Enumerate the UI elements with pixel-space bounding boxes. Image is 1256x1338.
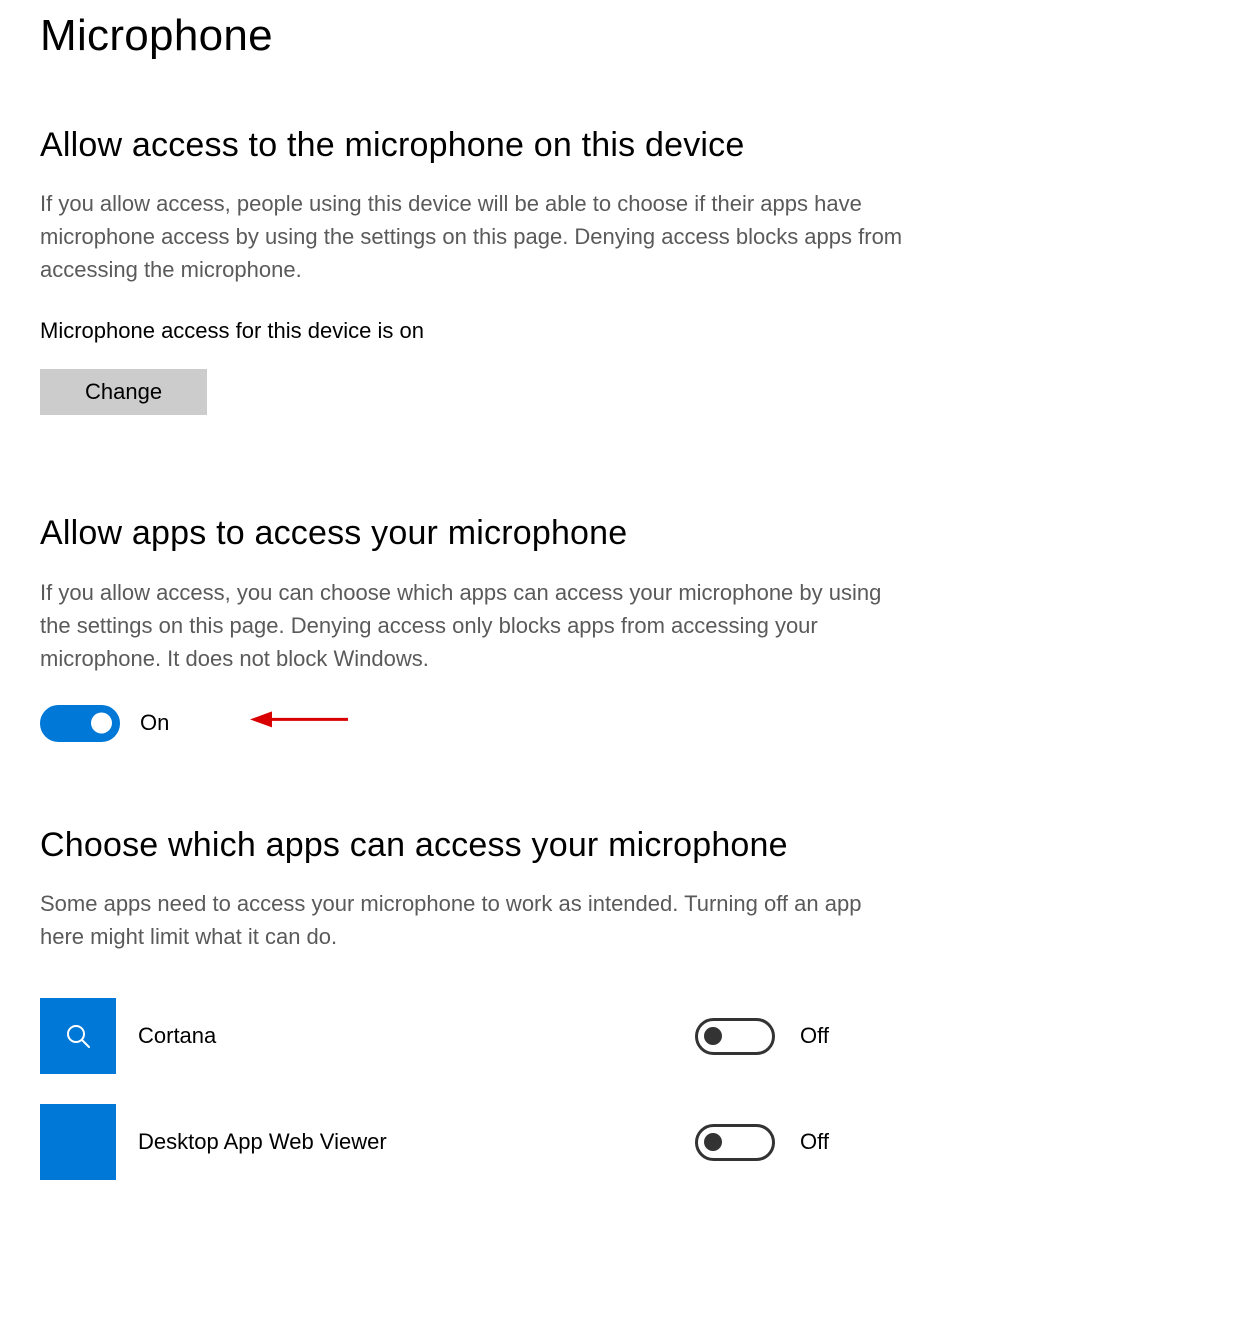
apps-access-toggle[interactable]: [40, 705, 120, 742]
section-heading-choose-apps: Choose which apps can access your microp…: [40, 822, 1216, 870]
desktop-app-web-viewer-toggle-label: Off: [800, 1127, 860, 1158]
cortana-icon: [40, 998, 116, 1074]
cortana-toggle-label: Off: [800, 1021, 860, 1052]
app-row-cortana: Cortana Off: [40, 983, 860, 1089]
toggle-knob: [91, 713, 112, 734]
section-desc-device-access: If you allow access, people using this d…: [40, 187, 910, 286]
app-name-label: Cortana: [138, 1021, 673, 1052]
app-row-desktop-web-viewer: Desktop App Web Viewer Off: [40, 1089, 860, 1195]
change-button[interactable]: Change: [40, 369, 207, 415]
section-desc-choose-apps: Some apps need to access your microphone…: [40, 887, 910, 953]
cortana-toggle[interactable]: [695, 1018, 775, 1055]
app-name-label: Desktop App Web Viewer: [138, 1127, 673, 1158]
section-heading-device-access: Allow access to the microphone on this d…: [40, 122, 1216, 170]
section-heading-apps-access: Allow apps to access your microphone: [40, 510, 1216, 558]
desktop-app-web-viewer-icon: [40, 1104, 116, 1180]
desktop-app-web-viewer-toggle[interactable]: [695, 1124, 775, 1161]
apps-access-toggle-label: On: [140, 708, 169, 739]
section-desc-apps-access: If you allow access, you can choose whic…: [40, 576, 910, 675]
toggle-knob: [704, 1027, 722, 1045]
arrow-icon: [250, 707, 350, 738]
device-access-status: Microphone access for this device is on: [40, 316, 1216, 347]
app-list: Cortana Off Desktop App Web Viewer Off: [40, 983, 860, 1195]
toggle-knob: [704, 1133, 722, 1151]
page-title: Microphone: [40, 5, 1216, 67]
